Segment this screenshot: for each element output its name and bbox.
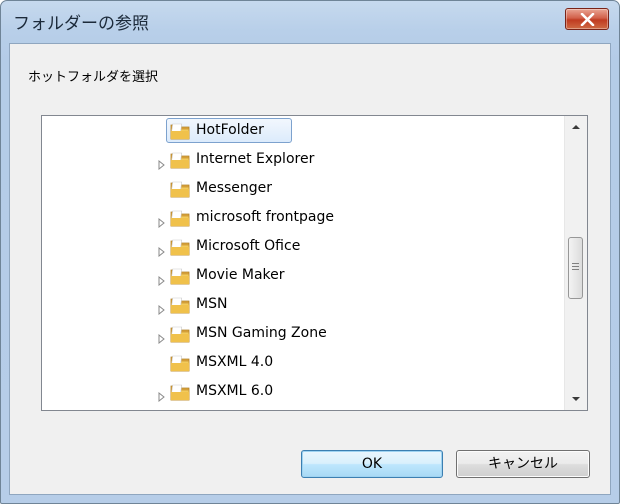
tree-item-label: microsoft frontpage [196, 209, 334, 225]
thumb-grip-line [572, 263, 579, 264]
title-bar[interactable]: フォルダーの参照 [1, 1, 619, 45]
scroll-down-arrow-icon [572, 397, 580, 401]
thumb-grip-line [572, 269, 579, 270]
expand-arrow-icon[interactable] [156, 300, 166, 316]
expand-arrow-icon[interactable] [156, 271, 166, 287]
tree-item[interactable]: Messenger [42, 176, 562, 203]
expand-arrow-icon[interactable] [156, 213, 166, 229]
tree-item[interactable]: MSN Gaming Zone [42, 321, 562, 348]
tree-item-label: MSXML 4.0 [196, 354, 274, 370]
dialog-body: ホットフォルダを選択 HotFolder Internet Explorer Mes… [9, 43, 611, 495]
tree-item[interactable]: Movie Maker [42, 263, 562, 290]
scroll-down-button[interactable] [565, 388, 587, 410]
close-icon [580, 13, 595, 26]
tree-item[interactable]: HotFolder [42, 118, 562, 145]
folder-icon [170, 180, 190, 198]
ok-button[interactable]: OK [301, 450, 443, 478]
close-button[interactable] [565, 8, 609, 30]
tree-item-partial[interactable] [42, 408, 562, 410]
tree-item[interactable]: MSXML 6.0 [42, 379, 562, 406]
instruction-label: ホットフォルダを選択 [28, 70, 159, 85]
tree-item-label: Internet Explorer [196, 151, 315, 167]
tree-item[interactable]: microsoft frontpage [42, 205, 562, 232]
expand-arrow-icon[interactable] [156, 387, 166, 403]
expand-arrow-icon[interactable] [156, 329, 166, 345]
tree-item-label: MSXML 6.0 [196, 383, 274, 399]
folder-icon [170, 209, 190, 227]
thumb-grip-line [572, 266, 579, 267]
tree-item[interactable]: Internet Explorer [42, 147, 562, 174]
cancel-button[interactable]: キャンセル [456, 450, 590, 478]
folder-icon [170, 267, 190, 285]
tree-item-label: Messenger [196, 180, 273, 196]
expand-arrow-icon[interactable] [156, 155, 166, 171]
folder-icon [170, 354, 190, 372]
folder-icon [170, 238, 190, 256]
folder-icon [170, 122, 190, 140]
tree-item-label: MSN Gaming Zone [196, 325, 327, 341]
folder-icon [170, 296, 190, 314]
tree-item[interactable]: MSXML 4.0 [42, 350, 562, 377]
scroll-up-arrow-icon [572, 125, 580, 129]
tree-item-label: HotFolder [196, 122, 264, 138]
folder-tree[interactable]: HotFolder Internet Explorer Messenger micro… [41, 115, 588, 411]
scroll-thumb[interactable] [568, 237, 583, 299]
tree-item-label: MSN [196, 296, 228, 312]
tree-item-label: Movie Maker [196, 267, 285, 283]
vertical-scrollbar[interactable] [564, 116, 587, 410]
folder-icon [170, 383, 190, 401]
expand-arrow-icon[interactable] [156, 242, 166, 258]
tree-item[interactable]: MSN [42, 292, 562, 319]
dialog-title: フォルダーの参照 [13, 14, 149, 34]
folder-icon [170, 151, 190, 169]
tree-item[interactable]: Microsoft Ofice [42, 234, 562, 261]
scroll-up-button[interactable] [565, 116, 587, 138]
folder-browse-dialog: フォルダーの参照 ホットフォルダを選択 HotFolder Internet Ex… [0, 0, 620, 504]
folder-icon [170, 325, 190, 343]
tree-item-label: Microsoft Ofice [196, 238, 301, 254]
